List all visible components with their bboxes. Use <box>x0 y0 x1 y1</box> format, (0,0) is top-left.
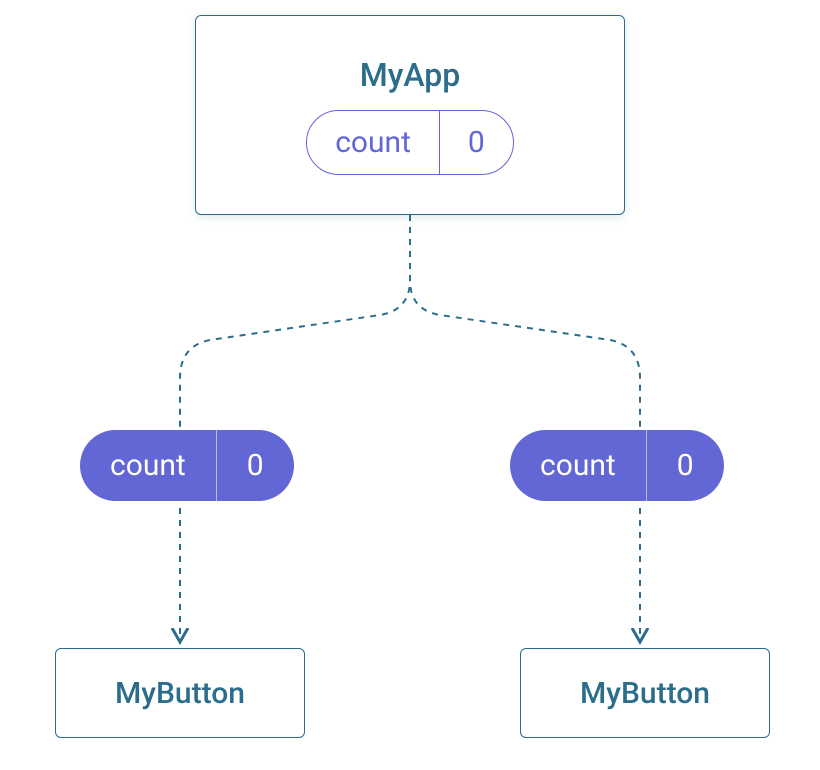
prop-value: 0 <box>647 430 724 501</box>
root-component-title: MyApp <box>360 56 461 94</box>
left-child-component-box: MyButton <box>55 648 305 738</box>
root-state-pill: count 0 <box>306 110 514 175</box>
root-component-box: MyApp count 0 <box>195 15 625 215</box>
component-label: MyButton <box>580 676 710 711</box>
right-prop-pill: count 0 <box>510 430 724 501</box>
prop-value: 0 <box>217 430 294 501</box>
prop-label: count <box>510 430 647 501</box>
prop-label: count <box>80 430 217 501</box>
state-value: 0 <box>440 111 513 174</box>
component-label: MyButton <box>115 676 245 711</box>
right-child-component-box: MyButton <box>520 648 770 738</box>
state-label: count <box>307 111 440 174</box>
left-prop-pill: count 0 <box>80 430 294 501</box>
component-tree-diagram: MyApp count 0 count 0 count 0 MyButton M… <box>0 0 820 770</box>
